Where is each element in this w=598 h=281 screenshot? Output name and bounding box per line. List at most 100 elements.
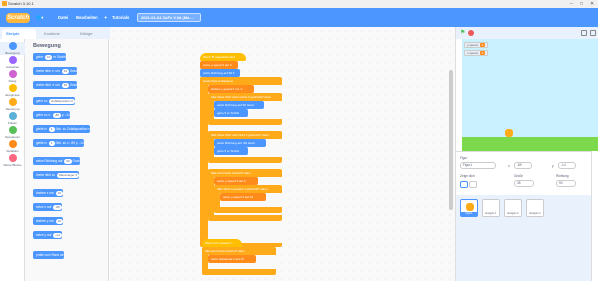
script-block-if[interactable]: falls wird Farbe berührt? dann [208,169,272,177]
category-myblocks[interactable]: Meine Blöcke [0,154,25,167]
palette-block[interactable]: drehe dich zu Mauszeiger ▾ [33,171,79,179]
block-text: ändere y um [36,219,54,223]
script-block-if[interactable]: falls Taste Pfeil nach rechts ▾ gedrückt… [208,93,282,101]
palette-block[interactable]: ändere y um 10 [33,217,63,225]
block-input[interactable]: 15 [61,69,69,74]
script-block-hat[interactable]: Wenn ich x-speed ▾ ... [202,239,242,247]
category-events[interactable]: Ereignisse [0,84,25,97]
stop-icon[interactable] [468,30,474,36]
sprite-thumbnail-label: Ereignis 3 [527,212,543,216]
script-block-if[interactable]: falls wird Farbe berührt? dann [202,247,268,255]
menu-edit[interactable]: Bearbeiten [76,15,98,20]
sprite-thumbnail-label: Figur1 [461,212,477,216]
maximize-icon[interactable]: □ [580,1,583,7]
close-icon[interactable]: ✕ [590,1,594,7]
sprite-thumbnail[interactable]: Figur1 [460,199,478,217]
sprite-thumbnail[interactable]: Ereignis 3 [526,199,544,217]
block-input[interactable]: -89 [52,113,61,118]
palette-block[interactable]: gleite in 1 Sek. zu Zufallsposition ▾ [33,125,90,133]
size-input[interactable]: 35 [514,180,534,187]
palette-block[interactable]: gehe zu Zufallsposition ▾ [33,97,75,105]
stage[interactable]: y-speed 0 x-speed 0 [462,39,598,151]
code-workspace[interactable]: Wenn ⚑ angeklickt wird setze y-speed ▾ a… [110,27,456,281]
block-input[interactable]: -89 [53,205,62,210]
palette-block[interactable]: gehe zu x: -89 y: -14 [33,111,70,119]
script-block[interactable]: setze Richtung auf 90 Grad [214,101,264,109]
block-input[interactable]: Zufallsposition ▾ [49,99,75,104]
category-label: Steuerung [5,107,20,111]
block-input[interactable]: -14 [53,233,62,238]
sprite-thumbnail[interactable]: Ereignis 1 [482,199,500,217]
block-input[interactable]: 10 [55,191,63,196]
block-input[interactable]: 10 [55,219,63,224]
globe-icon[interactable]: 🌐▾ [36,15,43,21]
category-looks[interactable]: Aussehen [0,56,25,69]
stage-selector-panel[interactable] [591,151,598,281]
category-operators[interactable]: Operatoren [0,126,25,139]
palette-block[interactable]: setze y auf -14 [33,231,62,239]
block-text: pralle vom Rand ab [36,253,64,257]
workspace-scrollbar[interactable] [449,70,453,210]
palette-block[interactable]: gleite in 1 Sek. zu x: -89 y: -14 [33,139,84,147]
script-block[interactable]: setze y-speed ▾ auf 10 [220,193,266,201]
script-block-if[interactable]: falls Taste Leertaste ▾ gedrückt? dann [214,185,280,193]
category-sensing[interactable]: Fühlen [0,112,25,125]
block-input[interactable]: 15 [61,83,69,88]
category-variables[interactable]: Variablen [0,140,25,153]
script-block-loop[interactable]: wiederhole fortlaufend [200,77,250,85]
palette-block[interactable]: drehe dich ↻ um 15 Grad [33,67,77,75]
palette-block[interactable]: pralle vom Rand ab [33,251,64,259]
cat-sprite-icon [466,203,474,211]
category-motion[interactable]: Bewegung [0,42,25,55]
block-input[interactable]: 10 [44,55,53,60]
tab-scripts[interactable]: Skripte [2,29,36,39]
show-eye-icon[interactable] [460,181,468,188]
direction-input[interactable]: 90 [556,180,576,187]
script-block[interactable]: setze y-speed ▾ auf 0 [200,61,238,69]
script-block[interactable]: setze Richtung auf -90 Grad [214,139,266,147]
cat-sprite-icon[interactable] [505,129,513,137]
green-flag-icon[interactable]: ⚑ [460,30,466,36]
palette-block[interactable]: setze Richtung auf 90 Grad [33,157,80,165]
scratch-logo[interactable]: Scratch [6,13,30,23]
script-block[interactable]: gehe 5 er Schritt [214,109,248,117]
palette-block[interactable]: drehe dich ↺ um 15 Grad [33,81,77,89]
script-block[interactable]: setze Spielende ▾ auf 10 [208,255,256,263]
small-stage-icon[interactable] [581,30,587,36]
block-text: er Schritt [53,55,66,59]
script-block[interactable]: gehe 5 er Schritt [214,147,248,155]
sprite-thumbnail[interactable]: Ereignis 2 [504,199,522,217]
block-input[interactable]: Mauszeiger ▾ [57,173,79,178]
block-text: gehe zu x: [36,113,51,117]
x-input[interactable]: -89 [514,162,532,169]
sprite-name-input[interactable]: Figur1 [460,162,496,169]
menu-file[interactable]: Datei [58,15,68,20]
script-block-hat[interactable]: Wenn ⚑ angeklickt wird [200,53,246,61]
block-input[interactable]: 1 [48,141,55,146]
sprite-list: Figur1 Ereignis 1 Ereignis 2 Ereignis 3 [456,195,591,281]
block-text: setze y auf [36,233,52,237]
y-input[interactable]: -14 [558,162,576,169]
hide-eye-icon[interactable] [469,181,477,188]
palette-block[interactable]: ändere x um 10 [33,189,63,197]
project-title-input[interactable]: 2021-01-04 ZoFx V.3d (Ma… [137,13,201,22]
category-dot-icon [8,70,17,78]
palette-block[interactable]: setze x auf -89 [33,203,62,211]
script-block[interactable]: setze Richtung auf 90 ▾ [200,69,240,77]
block-text: gleite in [36,141,47,145]
script-block-if[interactable]: falls Taste Pfeil nach links ▾ gedrückt?… [208,131,282,139]
minimize-icon[interactable]: – [570,1,573,7]
tutorials-icon[interactable]: ✦ [104,15,108,20]
fullscreen-icon[interactable] [590,30,596,36]
script-block[interactable]: ändere y-speed ▾ um -1 [208,85,254,93]
category-control[interactable]: Steuerung [0,98,25,111]
tab-costumes[interactable]: Kostüme [40,29,74,39]
tab-sounds[interactable]: Klänge [76,29,108,39]
palette-block[interactable]: gehe 10 er Schritt [33,53,66,61]
block-input[interactable]: 90 [64,159,72,164]
category-sound[interactable]: Klang [0,70,25,83]
block-input[interactable]: 1 [48,127,55,132]
category-label: Fühlen [7,121,18,125]
menu-tutorials[interactable]: Tutorials [112,15,129,20]
script-block[interactable]: setze y-speed ▾ auf 0 [214,177,258,185]
